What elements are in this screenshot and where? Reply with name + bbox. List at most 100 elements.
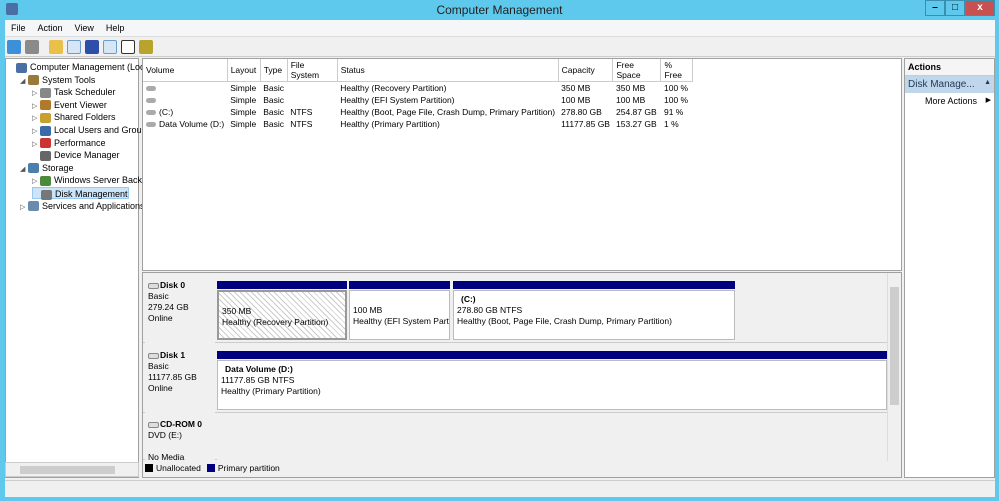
cell-text: Healthy (Primary Partition) [340,118,440,129]
tree-item[interactable]: ▷ Performance [32,137,106,149]
expander-icon[interactable]: ◢ [20,164,28,176]
submenu-arrow-icon: ▶ [985,97,991,104]
tree-item[interactable]: ▷ Task Scheduler [32,86,116,98]
disk-label[interactable]: Disk 1 Basic 11177.85 GB Online [145,347,215,413]
table-cell: 100 % [661,82,693,94]
cell-text: 11177.85 GB [561,118,610,129]
menu-file[interactable]: File [5,20,32,36]
column-header[interactable]: Volume [143,59,228,82]
cell-text: Basic [263,94,284,105]
partition-block[interactable]: Data Volume (D:) 11177.85 GB NTFS Healthy … [217,360,887,410]
table-cell: Simple [227,106,260,118]
tree-item[interactable]: Disk Management [32,187,129,200]
help-icon[interactable] [85,40,99,54]
partition-status: Healthy (Primary Partition) [221,386,321,396]
partition-title [222,295,342,306]
legend-swatch [145,464,153,472]
actions-header: Actions [905,59,994,76]
more-actions[interactable]: More Actions ▶ [905,93,994,109]
refresh-icon[interactable] [121,40,135,54]
cell-text: 100 % [663,82,689,93]
show-hide-tree-icon[interactable] [67,40,81,54]
table-cell: Basic [260,82,287,94]
tree-node-icon [40,176,51,187]
more-actions-label: More Actions [925,96,978,106]
disk-state: Online [148,313,173,323]
partition-bar [217,351,887,359]
tree-item-label: Disk Management [55,189,128,199]
disk-state: Online [148,383,173,393]
properties-icon[interactable] [139,40,153,54]
empty-area [217,416,887,460]
cell-text: Basic [263,82,284,93]
table-cell: 91 % [661,106,693,118]
expander-icon[interactable]: ◢ [20,76,28,88]
cell-text: Healthy (Boot, Page File, Crash Dump, Pr… [340,106,556,117]
tree-item-label: Storage [42,162,74,173]
up-folder-icon[interactable] [49,40,63,54]
volume-icon [146,109,156,115]
table-cell: Basic [260,94,287,106]
back-icon[interactable] [7,40,21,54]
actions-section-disk-management[interactable]: Disk Manage... ▲ [905,76,994,93]
partition-status: Healthy (EFI System Parti [353,316,450,326]
tree-item[interactable]: ▷ Shared Folders [32,111,116,124]
disk-name-row: CD-ROM 0 [148,419,212,430]
tree-hscrollbar[interactable] [5,462,139,477]
forward-icon[interactable] [25,40,39,54]
partition-block[interactable]: (C:) 278.80 GB NTFS Healthy (Boot, Page Fi… [453,290,735,340]
tree-item[interactable]: Device Manager [32,149,120,161]
menu-help[interactable]: Help [100,20,131,36]
minimize-button[interactable]: – [925,0,945,16]
disk-row[interactable]: Disk 0 Basic 279.24 GB Online 350 MB Healthy … [143,277,888,343]
partition-bar [453,281,735,289]
table-row[interactable]: (C:) Simple Basic NTFS Healthy (Boot, Page F… [143,106,693,118]
partition-block[interactable]: 350 MB Healthy (Recovery Partition) [217,290,347,340]
expander-icon[interactable]: ▷ [20,202,28,214]
table-cell [287,82,337,94]
disk-label[interactable]: CD-ROM 0 DVD (E:) No Media [145,416,215,462]
cell-text: 100 MB [561,94,591,105]
tree-item-label: Event Viewer [54,99,107,110]
column-header[interactable]: Type [260,59,288,82]
partition-bar [217,281,347,289]
column-header[interactable]: % Free [660,59,694,82]
disk-vscrollbar[interactable] [887,273,901,461]
table-row[interactable]: Simple Basic Healthy (Recovery Partition) 3… [143,82,693,94]
column-header[interactable]: Free Space [612,59,662,82]
legend-label: Unallocated [156,463,201,473]
disk-row[interactable]: CD-ROM 0 DVD (E:) No Media [143,416,888,462]
table-row[interactable]: Data Volume (D:) Simple Basic NTFS Healthy (… [143,118,693,130]
volume-icon [146,86,156,91]
tree-item[interactable]: Computer Management (Local [8,61,152,73]
cell-text: 254.87 GB [615,106,657,117]
column-header[interactable]: Capacity [558,59,614,82]
tree-item[interactable]: ▷ Event Viewer [32,99,107,111]
menu-action[interactable]: Action [32,20,69,36]
disk-row[interactable]: Disk 1 Basic 11177.85 GB Online Data Volume … [143,347,888,413]
menu-view[interactable]: View [69,20,100,36]
show-hide-action-icon[interactable] [103,40,117,54]
legend-item: Unallocated [145,463,201,473]
tree-item[interactable]: ◢ System Tools [20,74,95,86]
disk-label[interactable]: Disk 0 Basic 279.24 GB Online [145,277,215,343]
tree-item[interactable]: ▷ Windows Server Backup [32,174,152,187]
cell-text: Simple [230,82,257,93]
tree-item-label: Performance [54,137,106,148]
column-header[interactable]: File System [287,59,338,82]
collapse-icon[interactable]: ▲ [984,79,991,86]
tree-item[interactable]: ▷ Services and Applications [20,200,145,212]
disk-size: 11177.85 GB [148,372,197,382]
maximize-button[interactable]: □ [945,0,965,16]
close-button[interactable]: x [965,0,995,16]
column-header[interactable]: Status [337,59,559,82]
tree-item[interactable]: ◢ Storage [20,162,74,174]
table-cell: Basic [260,118,287,130]
table-cell: 100 MB [558,94,613,106]
table-row[interactable]: Simple Basic Healthy (EFI System Partition… [143,94,693,106]
table-cell [143,82,227,94]
tree-node-icon [40,150,51,161]
column-header[interactable]: Layout [227,59,261,82]
partition-block[interactable]: 100 MB Healthy (EFI System Parti [349,290,450,340]
tree-item[interactable]: ▷ Local Users and Groups [32,124,151,136]
